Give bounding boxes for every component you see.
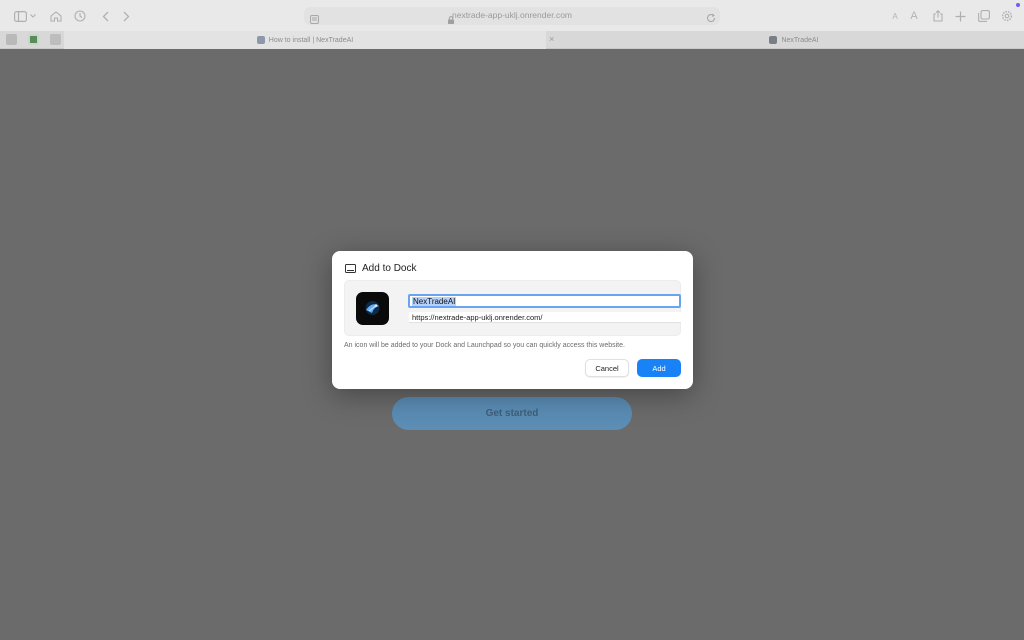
dialog-title: Add to Dock bbox=[345, 263, 416, 274]
tab-nextradeai[interactable]: NexTradeAI bbox=[564, 31, 1024, 49]
reader-icon[interactable] bbox=[310, 11, 319, 29]
dialog-title-text: Add to Dock bbox=[362, 263, 417, 274]
address-bar[interactable]: nextrade-app-uklj.onrender.com bbox=[304, 7, 720, 25]
app-name-input[interactable]: NexTradeAI bbox=[408, 294, 681, 308]
tab-label: How to install | NexTradeAI bbox=[268, 36, 354, 44]
app-icon bbox=[356, 292, 389, 325]
close-tab-icon[interactable]: × bbox=[549, 34, 554, 44]
app-url-field: https://nextrade-app-uklj.onrender.com/ bbox=[409, 312, 681, 323]
text-size-small-icon[interactable]: A bbox=[887, 8, 903, 24]
forward-icon[interactable] bbox=[118, 8, 134, 24]
pinned-tab-3-icon[interactable] bbox=[50, 34, 61, 45]
app-name-value: NexTradeAI bbox=[412, 296, 457, 306]
pinned-tab-2-icon[interactable] bbox=[28, 34, 39, 45]
history-icon[interactable] bbox=[72, 8, 88, 24]
add-to-dock-dialog: Add to Dock NexTradeAI https://nextrade-… bbox=[332, 251, 693, 389]
add-button[interactable]: Add bbox=[637, 359, 681, 377]
notification-dot bbox=[1016, 3, 1020, 7]
sidebar-icon[interactable] bbox=[12, 8, 28, 24]
text-size-icon[interactable]: A bbox=[906, 8, 922, 24]
address-text: nextrade-app-uklj.onrender.com bbox=[451, 10, 572, 20]
app-info-panel: NexTradeAI https://nextrade-app-uklj.onr… bbox=[344, 280, 681, 336]
dialog-description: An icon will be added to your Dock and L… bbox=[344, 342, 625, 349]
globe-favicon-icon bbox=[256, 36, 265, 44]
dock-icon bbox=[345, 264, 356, 273]
lock-icon bbox=[448, 11, 454, 24]
home-icon[interactable] bbox=[48, 8, 64, 24]
new-tab-icon[interactable] bbox=[952, 8, 968, 24]
tab-how-to-install[interactable]: How to install | NexTradeAI bbox=[64, 31, 546, 49]
back-icon[interactable] bbox=[97, 8, 113, 24]
browser-toolbar: nextrade-app-uklj.onrender.com A A bbox=[0, 0, 1024, 31]
share-icon[interactable] bbox=[930, 8, 946, 24]
pinned-tab-1-icon[interactable] bbox=[6, 34, 17, 45]
reload-icon[interactable] bbox=[706, 10, 716, 28]
chevron-down-icon[interactable] bbox=[28, 8, 38, 24]
app-favicon-icon bbox=[769, 36, 778, 44]
get-started-button[interactable]: Get started bbox=[392, 397, 632, 430]
tab-label: NexTradeAI bbox=[781, 36, 819, 44]
cancel-button[interactable]: Cancel bbox=[585, 359, 629, 377]
tabs-overview-icon[interactable] bbox=[976, 8, 992, 24]
settings-icon[interactable] bbox=[999, 8, 1015, 24]
tab-bar: How to install | NexTradeAI × NexTradeAI bbox=[0, 31, 1024, 49]
